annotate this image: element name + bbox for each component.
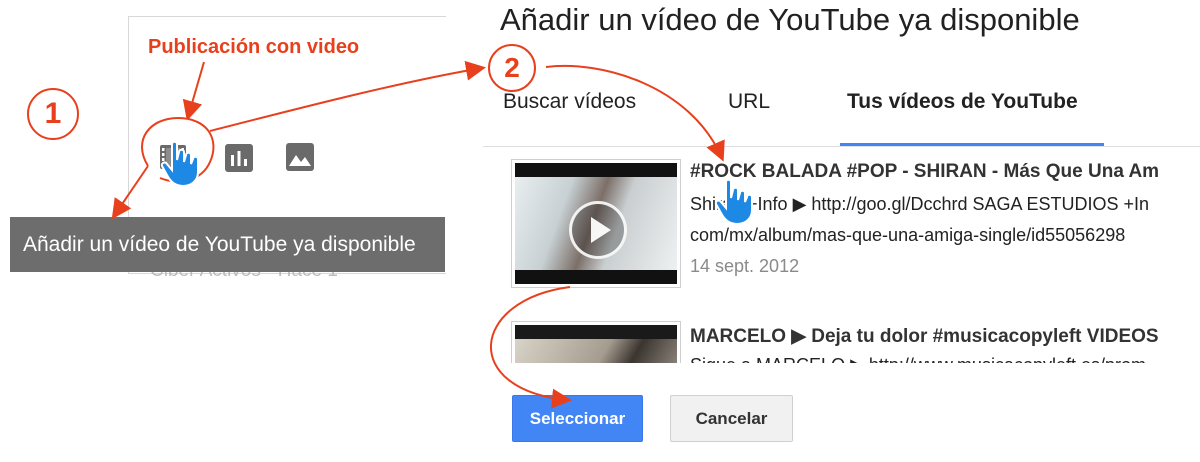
video-list-item[interactable]: #ROCK BALADA #POP - SHIRAN - Más Que Una… xyxy=(483,147,1200,297)
video-title[interactable]: MARCELO ▶ Deja tu dolor #musicacopyleft … xyxy=(690,325,1159,348)
video-list-item[interactable]: MARCELO ▶ Deja tu dolor #musicacopyleft … xyxy=(483,297,1200,363)
tab-url[interactable]: URL xyxy=(728,90,770,114)
play-icon xyxy=(569,201,627,259)
video-description: com/mx/album/mas-que-una-amiga-single/id… xyxy=(690,225,1126,245)
pointer-hand-icon xyxy=(714,178,753,226)
video-list[interactable]: #ROCK BALADA #POP - SHIRAN - Más Que Una… xyxy=(483,147,1200,363)
annotation-label: Publicación con video xyxy=(148,36,360,58)
image-icon[interactable] xyxy=(285,142,315,172)
video-description: Sigue a MARCELO ▶ http://www.musicacopyl… xyxy=(690,355,1146,363)
video-thumbnail[interactable] xyxy=(511,321,681,363)
video-thumbnail[interactable] xyxy=(511,159,681,288)
tab-search-videos[interactable]: Buscar vídeos xyxy=(503,90,636,114)
bar-chart-icon[interactable] xyxy=(224,143,254,173)
video-date: 14 sept. 2012 xyxy=(690,256,800,276)
dialog-title: Añadir un vídeo de YouTube ya disponible xyxy=(500,2,1080,37)
select-button[interactable]: Seleccionar xyxy=(512,395,643,442)
pointer-hand-icon xyxy=(160,140,199,188)
cancel-button[interactable]: Cancelar xyxy=(670,395,793,442)
tab-your-youtube-videos[interactable]: Tus vídeos de YouTube xyxy=(847,90,1078,114)
video-description: Shiran +Info ▶ http://goo.gl/Dcchrd SAGA… xyxy=(690,194,1150,214)
step-2-badge: 2 xyxy=(488,44,536,92)
video-title[interactable]: #ROCK BALADA #POP - SHIRAN - Más Que Una… xyxy=(690,161,1159,183)
step-1-badge: 1 xyxy=(27,88,79,140)
tooltip: Añadir un vídeo de YouTube ya disponible xyxy=(10,217,445,272)
